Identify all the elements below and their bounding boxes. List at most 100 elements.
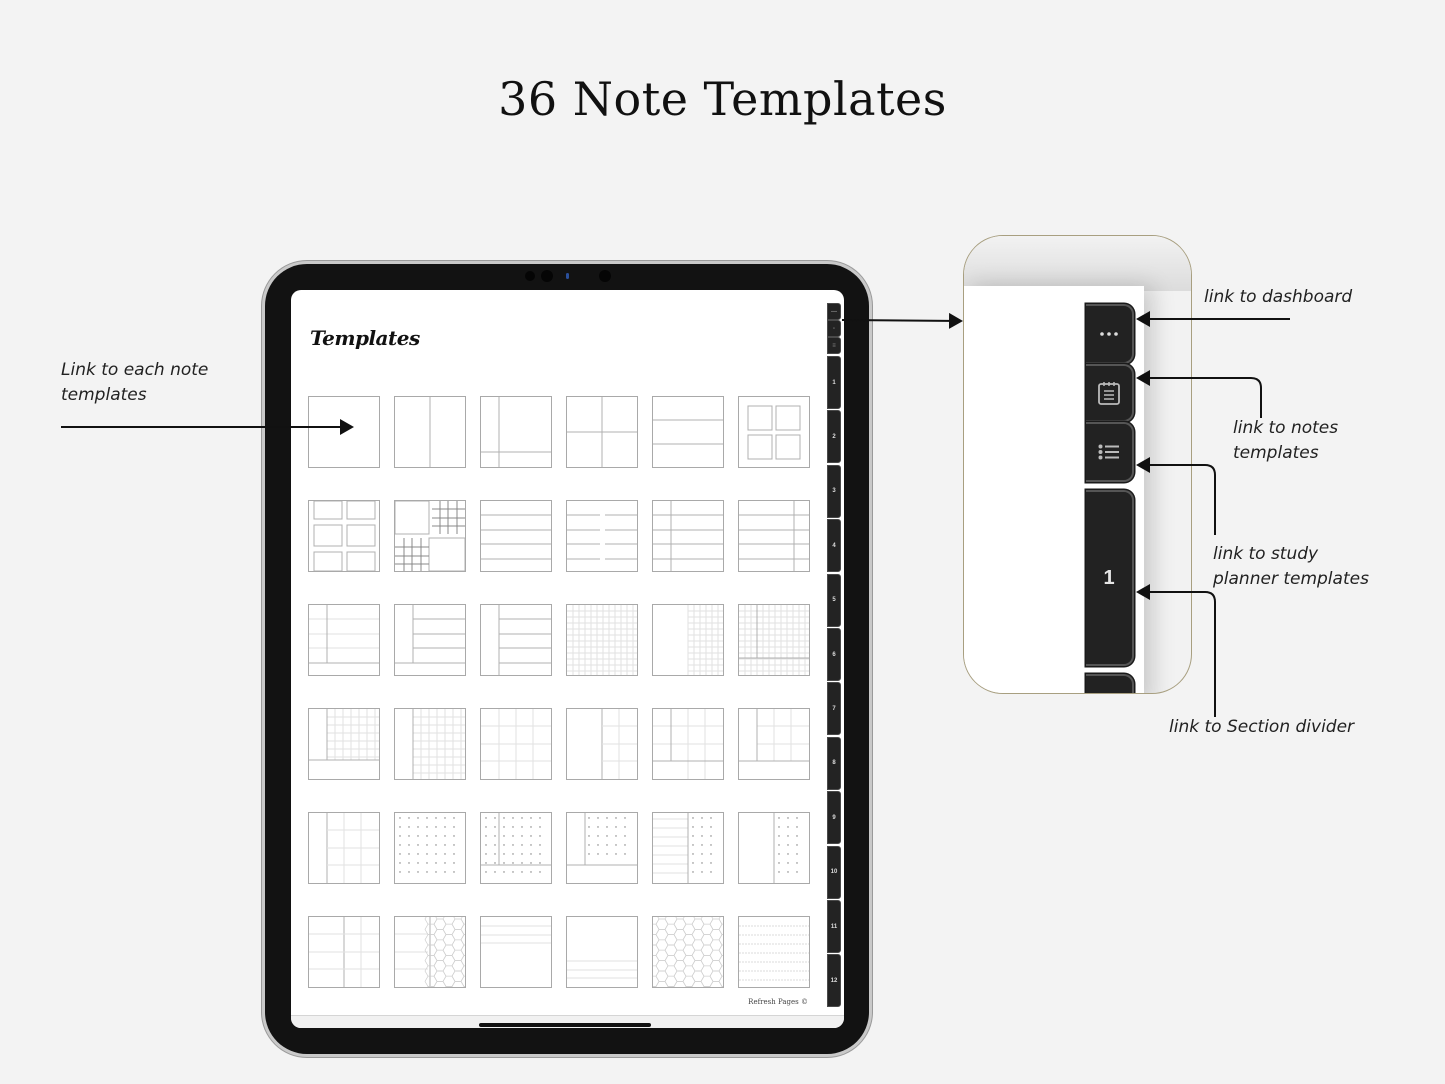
side-tab-section-6[interactable]: 6 xyxy=(827,628,841,681)
side-tab-section-4[interactable]: 4 xyxy=(827,519,841,573)
side-tab-section-8[interactable]: 8 xyxy=(827,736,841,790)
annotation-section-divider: link to Section divider xyxy=(1169,717,1355,737)
template-thumb-six-boxes[interactable] xyxy=(308,500,380,572)
annotation-notes-templates: link to notes templates xyxy=(1233,418,1339,463)
side-tab-section-10[interactable]: 10 xyxy=(827,845,841,899)
callout-tab-section-2[interactable] xyxy=(1086,674,1134,693)
template-thumb-dashed-lined[interactable] xyxy=(738,916,810,988)
template-preview-icon xyxy=(309,605,379,664)
template-thumb-dot-margin-footer[interactable] xyxy=(480,812,552,884)
template-preview-icon xyxy=(653,501,723,571)
template-preview-icon xyxy=(481,514,551,560)
template-preview-icon xyxy=(739,709,809,762)
template-thumb-large-grid-margin-footer[interactable] xyxy=(652,708,724,780)
template-preview-icon xyxy=(395,917,465,987)
template-thumb-half-dot[interactable] xyxy=(738,812,810,884)
side-tab-section-1[interactable]: 1 xyxy=(827,356,841,409)
side-tab-section-5[interactable]: 5 xyxy=(827,573,841,627)
template-thumb-two-column[interactable] xyxy=(394,396,466,468)
template-preview-icon xyxy=(567,514,637,560)
side-tab-section-7[interactable]: 7 xyxy=(827,682,841,736)
list-icon: ≡ xyxy=(832,342,836,349)
template-preview-icon xyxy=(747,405,801,460)
template-thumb-sidebar-lined[interactable] xyxy=(480,604,552,676)
sensor-icon xyxy=(566,273,569,279)
callout-tab-section-1[interactable]: 1 xyxy=(1086,490,1134,666)
template-thumb-grid-sidebar-footer[interactable] xyxy=(308,708,380,780)
side-tab-notes[interactable]: ▫ xyxy=(827,320,841,337)
template-thumb-large-grid-sidebar[interactable] xyxy=(308,812,380,884)
callout-tab-list[interactable] xyxy=(1086,422,1134,482)
notebook-icon xyxy=(1098,382,1120,405)
side-tab-section-3[interactable]: 3 xyxy=(827,464,841,518)
template-preview-icon xyxy=(653,419,723,445)
template-preview-icon xyxy=(481,813,551,873)
template-thumb-lined-dot[interactable] xyxy=(652,812,724,884)
template-preview-icon xyxy=(567,605,637,675)
template-thumb-lined-margin-footer[interactable] xyxy=(308,604,380,676)
template-preview-icon xyxy=(739,501,809,571)
template-thumb-quad[interactable] xyxy=(566,396,638,468)
template-preview-icon xyxy=(739,605,809,675)
template-preview-icon xyxy=(739,925,809,981)
template-thumb-dot-sidebar-footer[interactable] xyxy=(566,812,638,884)
template-thumb-grid-margin-footer[interactable] xyxy=(738,604,810,676)
template-thumb-grid-quad[interactable] xyxy=(394,500,466,572)
template-preview-icon xyxy=(309,709,379,761)
side-tab-section-11[interactable]: 11 xyxy=(827,900,841,953)
template-thumb-lined-right-margin[interactable] xyxy=(738,500,810,572)
dashboard-icon: — xyxy=(831,308,837,315)
template-thumb-half-grid[interactable] xyxy=(652,604,724,676)
copyright-text: Refresh Pages © xyxy=(748,998,808,1006)
callout-tab-notes[interactable] xyxy=(1086,364,1134,422)
template-preview-icon xyxy=(481,397,551,467)
more-dots-icon xyxy=(1100,332,1118,336)
template-thumb-hex[interactable] xyxy=(652,916,724,988)
template-thumb-dot[interactable] xyxy=(394,812,466,884)
camera-icon xyxy=(525,271,535,281)
template-thumb-cornell[interactable] xyxy=(480,396,552,468)
template-preview-icon xyxy=(601,709,637,779)
zoom-callout: 1 xyxy=(963,235,1192,694)
template-thumb-grid[interactable] xyxy=(566,604,638,676)
template-preview-icon xyxy=(653,709,723,779)
annotation-study-planner: link to study planner templates xyxy=(1213,544,1369,589)
list-icon xyxy=(1098,444,1119,460)
side-tab-label: 8 xyxy=(832,760,836,767)
annotation-dashboard: link to dashboard xyxy=(1204,287,1353,307)
template-thumb-four-boxes[interactable] xyxy=(738,396,810,468)
template-thumb-half-large-grid[interactable] xyxy=(566,708,638,780)
template-preview-icon xyxy=(326,813,379,883)
callout-section-label: 1 xyxy=(1103,566,1115,589)
template-thumb-lined[interactable] xyxy=(480,500,552,572)
template-thumb-lined-hex[interactable] xyxy=(394,916,466,988)
callout-tab-dashboard[interactable] xyxy=(1086,304,1134,364)
side-tab-label: 7 xyxy=(832,705,836,712)
template-preview-icon xyxy=(773,813,798,883)
side-tab-label: 6 xyxy=(832,651,836,658)
home-indicator[interactable] xyxy=(479,1023,651,1027)
template-thumb-top-lined[interactable] xyxy=(480,916,552,988)
side-tab-dashboard[interactable]: — xyxy=(827,303,841,320)
template-preview-icon xyxy=(309,917,379,987)
template-thumb-large-grid-sidebar-footer[interactable] xyxy=(738,708,810,780)
template-thumb-large-grid[interactable] xyxy=(480,708,552,780)
side-tab-label: 3 xyxy=(832,488,836,495)
template-thumb-sidebar-lined-footer[interactable] xyxy=(394,604,466,676)
side-tab-label: 4 xyxy=(832,542,836,549)
template-thumb-lined-margin[interactable] xyxy=(652,500,724,572)
callout-shade xyxy=(964,236,1191,291)
side-tab-list[interactable]: ≡ xyxy=(827,337,841,354)
side-tab-section-2[interactable]: 2 xyxy=(827,410,841,464)
template-preview-icon xyxy=(567,813,637,866)
template-thumb-large-grid-column[interactable] xyxy=(308,916,380,988)
template-thumb-bottom-lined[interactable] xyxy=(566,916,638,988)
template-thumb-grid-sidebar[interactable] xyxy=(394,708,466,780)
template-thumb-three-row[interactable] xyxy=(652,396,724,468)
side-tab-section-12[interactable]: 12 xyxy=(827,954,841,1008)
side-tab-label: 10 xyxy=(830,869,838,876)
template-thumb-lined-split[interactable] xyxy=(566,500,638,572)
template-thumb-blank[interactable] xyxy=(308,396,380,468)
camera-lens-icon xyxy=(541,270,553,282)
side-tab-section-9[interactable]: 9 xyxy=(827,791,841,845)
